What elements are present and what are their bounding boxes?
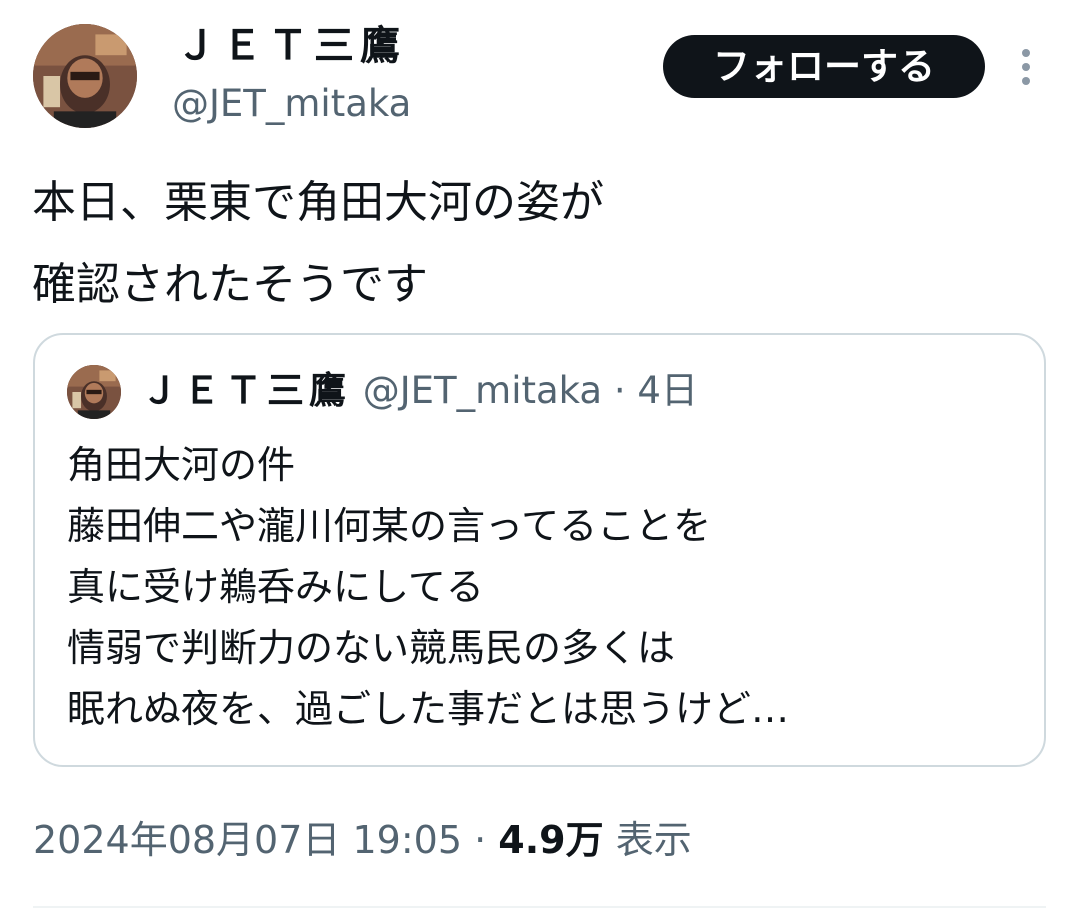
quoted-author-handle: @JET_mitaka	[362, 369, 603, 412]
avatar-image	[67, 365, 121, 419]
author-handle[interactable]: @JET_mitaka	[172, 80, 411, 128]
divider	[33, 906, 1046, 908]
quoted-tweet-time: 4日	[637, 369, 698, 412]
views-label: 表示	[615, 818, 692, 862]
quoted-author-avatar	[67, 365, 121, 419]
quoted-tweet-card[interactable]: ＪＥＴ三鷹 @JET_mitaka · 4日 角田大河の件 藤田伸二や瀧川何某の…	[33, 333, 1046, 767]
quoted-author-display-name: ＪＥＴ三鷹	[141, 369, 351, 412]
quoted-tweet-text: 角田大河の件 藤田伸二や瀧川何某の言ってることを 真に受け鵜呑みにしてる 情弱で…	[67, 443, 790, 731]
meta-separator: ·	[474, 818, 487, 862]
quoted-separator: ·	[613, 369, 626, 412]
author-avatar[interactable]	[33, 24, 137, 128]
follow-button[interactable]: フォローする	[663, 35, 985, 98]
avatar-image	[33, 24, 137, 128]
views-count: 4.9万	[498, 818, 604, 862]
tweet-meta: 2024年08月07日 19:05 · 4.9万 表示	[33, 812, 692, 868]
quoted-tweet-header: ＪＥＴ三鷹 @JET_mitaka · 4日	[141, 363, 698, 419]
tweet-timestamp[interactable]: 2024年08月07日 19:05	[33, 818, 462, 862]
author-display-name[interactable]: ＪＥＴ三鷹	[176, 20, 406, 72]
more-vertical-icon[interactable]	[1014, 46, 1038, 88]
tweet-text: 本日、栗東で角田大河の姿が 確認されたそうです	[32, 177, 604, 310]
